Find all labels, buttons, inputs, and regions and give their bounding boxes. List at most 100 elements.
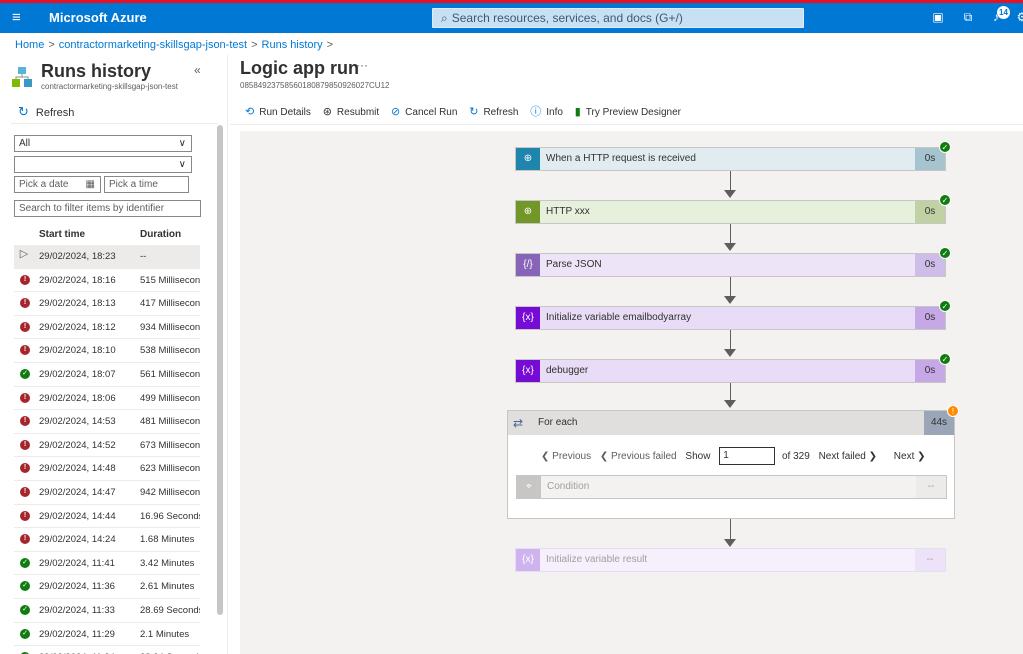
run-duration: 623 Milliseconds: [140, 463, 200, 475]
workflow-step[interactable]: ⊕ HTTP xxx 0s: [515, 200, 946, 224]
table-row[interactable]: ! 29/02/2024, 18:13 417 Milliseconds: [14, 292, 200, 316]
table-row[interactable]: ! 29/02/2024, 18:16 515 Milliseconds: [14, 269, 200, 293]
previous-button[interactable]: ❮ Previous: [541, 451, 591, 462]
workflow-step[interactable]: {x} Initialize variable emailbodyarray 0s: [515, 306, 946, 330]
http-icon: ⊕: [516, 201, 540, 223]
connector-arrow: [724, 400, 736, 408]
table-row[interactable]: ✓ 29/02/2024, 11:36 2.61 Minutes: [14, 575, 200, 599]
table-row[interactable]: ! 29/02/2024, 18:12 934 Milliseconds: [14, 316, 200, 340]
cloud-shell-icon[interactable]: ▣: [930, 10, 946, 26]
connector-arrow: [724, 243, 736, 251]
connector-line: [730, 519, 731, 541]
foreach-header[interactable]: ⇄ For each 44s: [508, 411, 954, 435]
secondary-filter-dropdown[interactable]: ∨: [14, 156, 192, 173]
workflow-step[interactable]: {x} debugger 0s: [515, 359, 946, 383]
table-row[interactable]: ✓ 29/02/2024, 18:07 561 Milliseconds: [14, 363, 200, 387]
succeeded-status-icon: ✓: [20, 628, 30, 639]
condition-icon: ⌖: [517, 476, 541, 498]
column-start-time[interactable]: Start time: [39, 229, 85, 240]
run-duration: 16.96 Seconds: [140, 510, 200, 522]
step-label: When a HTTP request is received: [546, 153, 696, 164]
running-status-icon: ▷: [19, 248, 29, 260]
failed-status-icon: !: [20, 486, 30, 497]
iteration-input[interactable]: 1: [719, 447, 776, 465]
breadcrumb-separator: >: [48, 39, 55, 51]
column-duration[interactable]: Duration: [140, 229, 181, 240]
more-options-icon[interactable]: ···: [356, 58, 368, 72]
run-start-time: 29/02/2024, 11:36: [39, 581, 115, 593]
previous-failed-button[interactable]: ❮ Previous failed: [600, 451, 677, 462]
table-row[interactable]: ! 29/02/2024, 14:44 16.96 Seconds: [14, 505, 200, 529]
workflow-step[interactable]: ⊕ When a HTTP request is received 0s: [515, 147, 946, 171]
parse-json-icon: {/}: [516, 254, 540, 276]
info-button[interactable]: ⓘ Info: [530, 103, 563, 119]
step-label: debugger: [546, 365, 589, 376]
next-failed-button[interactable]: Next failed ❯: [819, 451, 877, 462]
table-row[interactable]: ! 29/02/2024, 14:48 623 Milliseconds: [14, 457, 200, 481]
table-row[interactable]: ! 29/02/2024, 18:10 538 Milliseconds: [14, 339, 200, 363]
run-duration: 499 Milliseconds: [140, 392, 200, 404]
step-label: HTTP xxx: [546, 206, 590, 217]
run-start-time: 29/02/2024, 14:44: [39, 510, 116, 522]
foreach-container[interactable]: ⇄ For each 44s ❮ Previous ❮ Previous fai…: [507, 410, 955, 519]
panel-subtitle: contractormarketing-skillsgap-json-test: [41, 82, 178, 91]
failed-status-icon: !: [20, 463, 30, 474]
workflow-step[interactable]: {/} Parse JSON 0s: [515, 253, 946, 277]
panel-scrollbar[interactable]: [217, 125, 223, 615]
table-row[interactable]: ! 29/02/2024, 14:47 942 Milliseconds: [14, 481, 200, 505]
breadcrumb-separator: >: [326, 39, 334, 51]
breadcrumb-runs-history[interactable]: Runs history: [262, 39, 323, 51]
run-start-time: 29/02/2024, 18:12: [39, 321, 116, 333]
try-preview-designer-button[interactable]: ▮ Try Preview Designer: [575, 105, 681, 118]
table-row[interactable]: ✓ 29/02/2024, 11:41 3.42 Minutes: [14, 552, 200, 576]
run-duration: 2.61 Minutes: [140, 581, 195, 593]
calendar-icon: ▦: [85, 179, 95, 190]
hamburger-menu-icon[interactable]: ≡: [12, 9, 21, 26]
failed-status-icon: !: [20, 298, 30, 309]
foreach-label: For each: [538, 417, 578, 428]
table-row[interactable]: ✓ 29/02/2024, 11:33 28.69 Seconds: [14, 599, 200, 623]
run-duration: 538 Milliseconds: [140, 345, 200, 357]
time-picker-input[interactable]: Pick a time: [104, 176, 189, 193]
previous-failed-label: Previous failed: [611, 450, 677, 462]
try-preview-label: Try Preview Designer: [585, 107, 681, 118]
breadcrumb-home[interactable]: Home: [15, 39, 44, 51]
table-row[interactable]: ! 29/02/2024, 14:52 673 Milliseconds: [14, 434, 200, 458]
connector-arrow: [724, 349, 736, 357]
condition-step[interactable]: ⌖ Condition --: [516, 475, 947, 499]
table-row[interactable]: ▷ 29/02/2024, 18:23 --: [14, 245, 200, 269]
resubmit-label: Resubmit: [336, 107, 380, 118]
table-row[interactable]: ✓29/02/2024, 11:2428.24 Seconds: [14, 646, 200, 654]
refresh-button[interactable]: ↻ Refresh: [18, 104, 74, 120]
cancel-run-button[interactable]: ⊘ Cancel Run: [391, 105, 457, 118]
run-duration: --: [140, 251, 147, 262]
info-label: Info: [546, 107, 563, 118]
breadcrumb-logic-app[interactable]: contractormarketing-skillsgap-json-test: [59, 39, 247, 51]
run-details-button[interactable]: ⟲ Run Details: [245, 105, 311, 118]
resubmit-button[interactable]: ⊛ Resubmit: [323, 105, 379, 118]
next-button[interactable]: Next ❯: [894, 451, 926, 462]
global-search-input[interactable]: ⌕ Search resources, services, and docs (G…: [432, 8, 804, 28]
failed-status-icon: !: [20, 416, 30, 427]
identifier-search-input[interactable]: Search to filter items by identifier: [14, 200, 201, 217]
settings-gear-icon[interactable]: ⚙: [1014, 10, 1023, 26]
breadcrumb: Home > contractormarketing-skillsgap-json-…: [15, 39, 337, 51]
failed-status-icon: !: [20, 321, 30, 332]
step-initialize-variable-result[interactable]: {x} Initialize variable result --: [515, 548, 946, 572]
table-row[interactable]: ! 29/02/2024, 14:53 481 Milliseconds: [14, 410, 200, 434]
status-filter-dropdown[interactable]: All ∨: [14, 135, 192, 152]
date-picker-input[interactable]: Pick a date ▦: [14, 176, 101, 193]
divider: [230, 124, 1023, 125]
refresh-run-button[interactable]: ↻ Refresh: [469, 105, 518, 118]
run-start-time: 29/02/2024, 14:53: [39, 416, 116, 428]
directory-filter-icon[interactable]: ⧉: [960, 10, 976, 26]
run-duration: 515 Milliseconds: [140, 274, 200, 286]
table-row[interactable]: ! 29/02/2024, 18:06 499 Milliseconds: [14, 387, 200, 411]
brand-title[interactable]: Microsoft Azure: [49, 10, 147, 25]
table-row[interactable]: ✓ 29/02/2024, 11:29 2.1 Minutes: [14, 623, 200, 647]
run-duration: 673 Milliseconds: [140, 439, 200, 451]
table-row[interactable]: ! 29/02/2024, 14:24 1.68 Minutes: [14, 528, 200, 552]
run-start-time: 29/02/2024, 14:52: [39, 439, 116, 451]
collapse-panel-icon[interactable]: «: [194, 63, 201, 77]
warning-status-icon: !: [947, 405, 959, 417]
